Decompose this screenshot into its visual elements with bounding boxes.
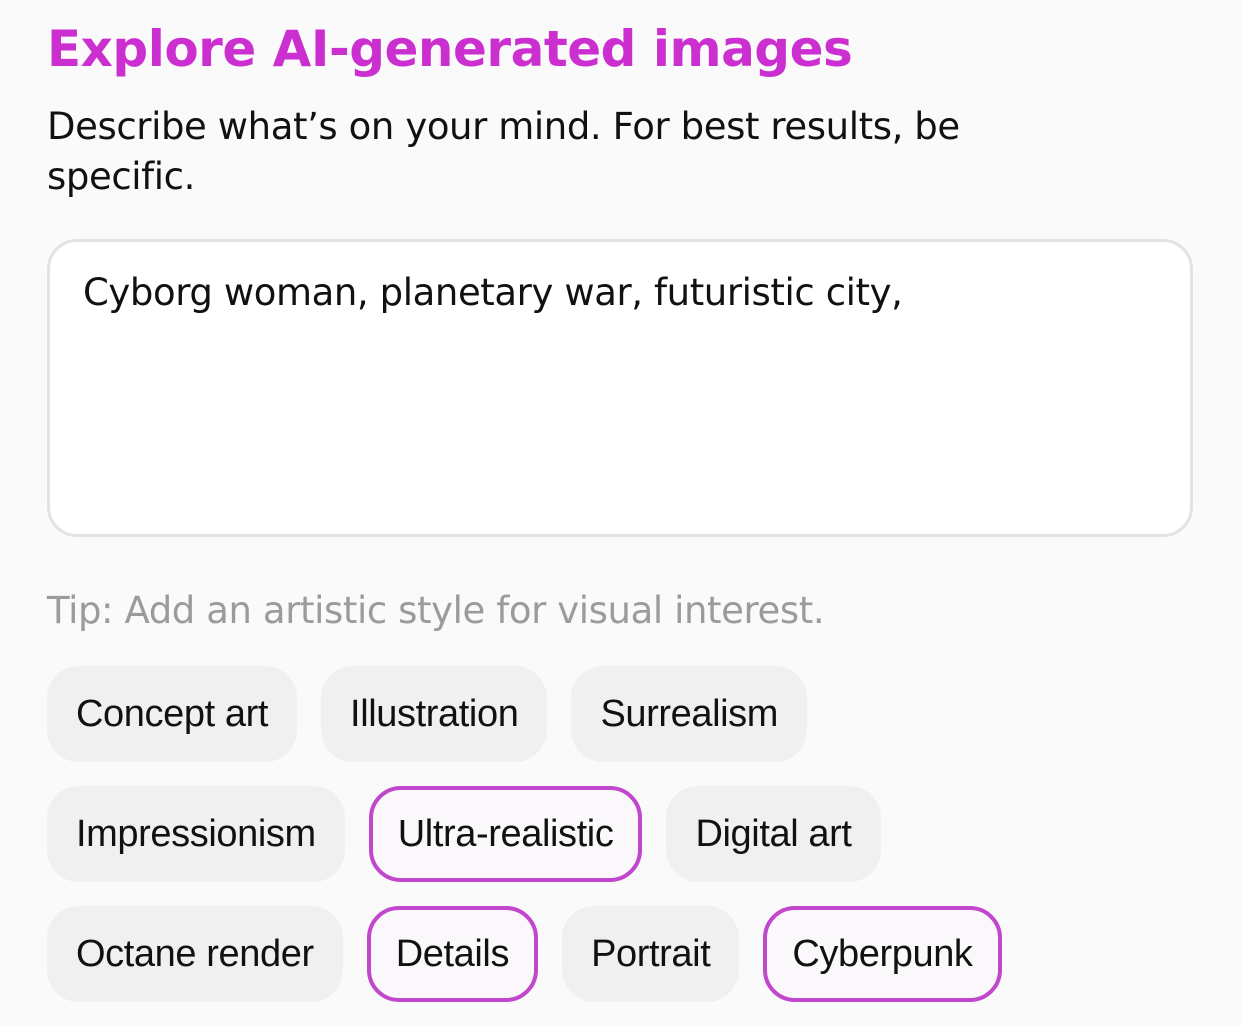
page-subtitle: Describe what’s on your mind. For best r… (47, 105, 960, 198)
style-chip-illustration[interactable]: Illustration (321, 666, 548, 762)
style-chip-portrait[interactable]: Portrait (562, 906, 740, 1002)
style-chip-cyberpunk[interactable]: Cyberpunk (763, 906, 1002, 1002)
style-chip-row: Octane render Details Portrait Cyberpunk (47, 906, 1207, 1002)
style-chip-concept-art[interactable]: Concept art (47, 666, 298, 762)
style-chip-surrealism[interactable]: Surrealism (571, 666, 808, 762)
image-generator-panel: Explore AI-generated images Describe wha… (47, 18, 1207, 1002)
style-chip-row: Impressionism Ultra-realistic Digital ar… (47, 786, 1207, 882)
style-chip-digital-art[interactable]: Digital art (666, 786, 881, 882)
style-chip-impressionism[interactable]: Impressionism (47, 786, 345, 882)
style-chip-list: Concept art Illustration Surrealism Impr… (47, 666, 1207, 1026)
page-title: Explore AI-generated images (47, 20, 853, 78)
style-tip: Tip: Add an artistic style for visual in… (47, 589, 825, 632)
prompt-input[interactable]: Cyborg woman, planetary war, futuristic … (47, 239, 1193, 537)
style-chip-row: Concept art Illustration Surrealism (47, 666, 1207, 762)
style-chip-ultra-realistic[interactable]: Ultra-realistic (368, 786, 643, 882)
style-chip-details[interactable]: Details (366, 906, 539, 1002)
style-chip-octane-render[interactable]: Octane render (47, 906, 343, 1002)
